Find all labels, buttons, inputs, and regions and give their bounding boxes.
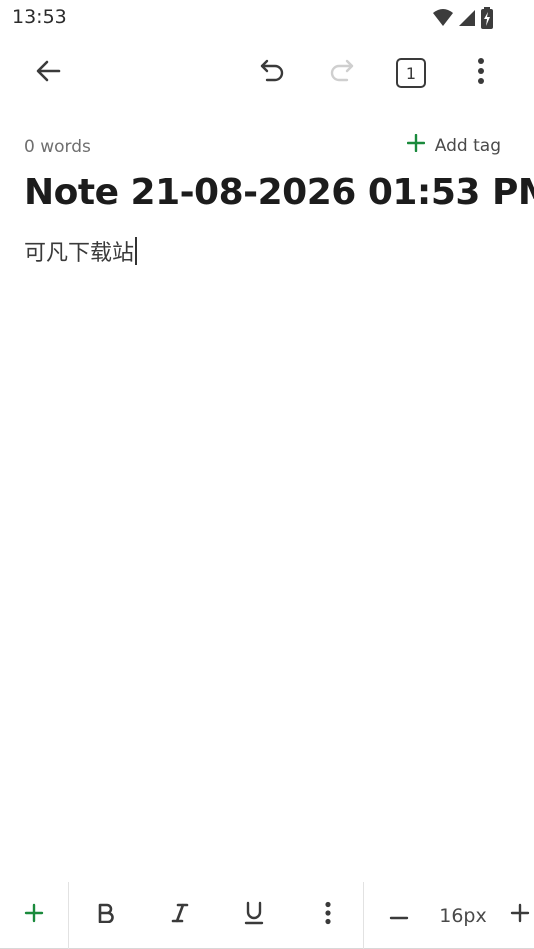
note-title[interactable]: Note 21-08-2026 01:53 PM [24, 172, 534, 213]
note-body-text: 可凡下载站 [24, 241, 135, 266]
note-body-editor[interactable]: 可凡下载站 [24, 235, 137, 267]
status-bar: 13:53 [0, 0, 534, 36]
bold-icon [97, 903, 115, 928]
format-toolbar: 16px [0, 882, 534, 949]
page-count-value: 1 [405, 63, 417, 83]
status-icons [432, 7, 494, 34]
more-options-button[interactable] [457, 44, 505, 102]
back-button[interactable] [24, 44, 72, 102]
bold-button[interactable] [84, 882, 128, 949]
add-tag-label: Add tag [434, 135, 501, 156]
word-count: 0 words [24, 137, 91, 157]
undo-button[interactable] [248, 44, 296, 102]
signal-icon [457, 8, 477, 33]
font-size-value: 16px [432, 882, 494, 949]
editor-toolbar: 1 [0, 44, 534, 102]
insert-button[interactable] [12, 882, 56, 949]
italic-icon [171, 903, 189, 928]
toolbar-divider [363, 882, 364, 949]
redo-icon [328, 57, 356, 90]
more-format-button[interactable] [306, 882, 350, 949]
page-count-icon: 1 [396, 58, 426, 88]
add-icon [406, 133, 425, 157]
back-arrow-icon [34, 57, 62, 90]
add-tag-button[interactable]: Add tag [406, 133, 501, 157]
redo-button[interactable] [318, 44, 366, 102]
note-meta-row: 0 words Add tag [0, 132, 534, 162]
page-count-button[interactable]: 1 [387, 44, 435, 102]
more-vert-icon [324, 901, 332, 930]
more-vert-icon [476, 57, 486, 90]
underline-button[interactable] [232, 882, 276, 949]
add-icon [24, 903, 44, 928]
decrease-font-size-button[interactable] [377, 882, 421, 949]
underline-icon [244, 901, 264, 930]
increase-font-size-button[interactable] [506, 882, 534, 949]
text-cursor [135, 237, 137, 265]
status-time: 13:53 [12, 6, 67, 28]
wifi-icon [432, 8, 454, 33]
minus-icon [389, 907, 409, 925]
plus-icon [510, 903, 530, 928]
font-size-label: 16px [439, 904, 487, 927]
toolbar-divider [68, 882, 69, 949]
italic-button[interactable] [158, 882, 202, 949]
battery-charging-icon [480, 7, 494, 34]
undo-icon [258, 57, 286, 90]
